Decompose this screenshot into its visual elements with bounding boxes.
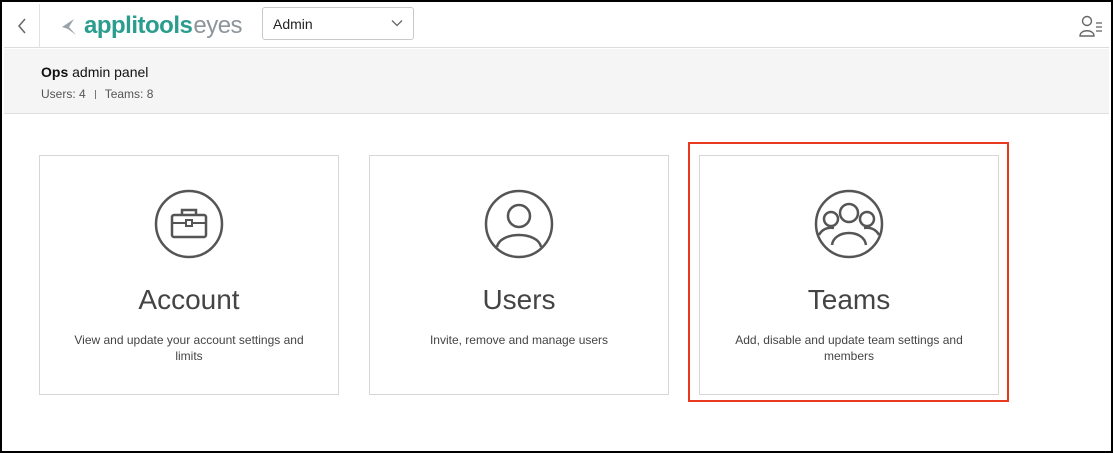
account-card[interactable]: Account View and update your account set… [39,155,339,395]
team-icon [814,189,884,259]
logo-text-applitools: applitools [84,12,193,39]
admin-panel-header: Ops admin panel Users: 4 Teams: 8 [4,49,1109,114]
applitools-logo-mark-icon [62,19,76,35]
page-title-suffix: admin panel [68,64,149,80]
chevron-down-icon [391,20,403,27]
teams-count: Teams: 8 [104,87,154,101]
users-card-title: Users [482,284,556,315]
user-settings-icon [1079,15,1102,37]
teams-card-description: Add, disable and update team settings an… [735,333,963,363]
page-title: Ops admin panel [41,64,148,80]
applitools-logo: applitools eyes [60,10,243,42]
team-select-dropdown[interactable]: Admin [262,7,414,40]
stats-divider [94,89,96,99]
app-window: applitools eyes Admin Ops admin panel Us… [0,0,1113,453]
user-menu-button[interactable] [1079,14,1103,38]
users-card[interactable]: Users Invite, remove and manage users [369,155,669,395]
user-icon [484,189,554,259]
teams-card[interactable]: Teams Add, disable and update team setti… [699,155,999,395]
team-select-value: Admin [273,15,313,32]
users-count: Users: 4 [41,87,86,101]
logo-text-eyes: eyes [193,12,243,39]
chevron-left-icon [17,18,26,34]
account-card-title: Account [138,284,240,315]
back-button[interactable] [4,4,40,48]
panel-stats: Users: 4 Teams: 8 [41,87,153,101]
briefcase-icon [154,189,224,259]
team-name: Ops [41,64,69,80]
top-bar: applitools eyes Admin [4,4,1109,48]
users-card-description: Invite, remove and manage users [429,333,609,347]
account-card-description: View and update your account settings an… [74,333,304,363]
teams-card-title: Teams [807,284,891,315]
